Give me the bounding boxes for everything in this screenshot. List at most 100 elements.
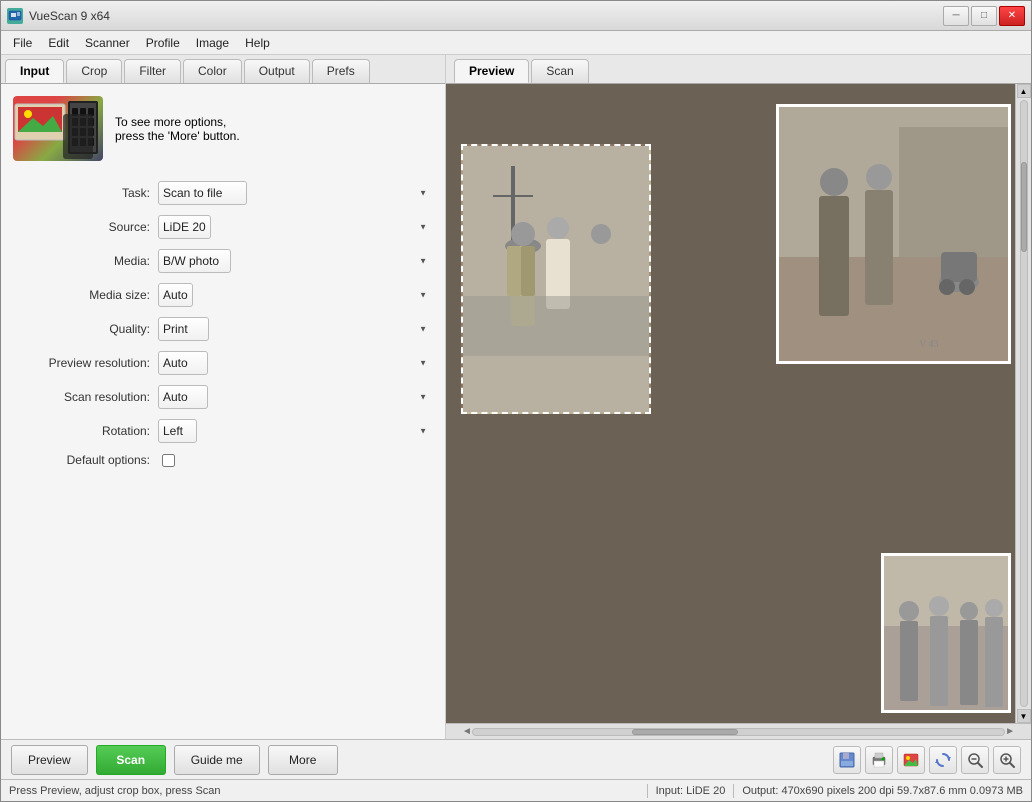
window-title: VueScan 9 x64: [29, 9, 110, 23]
quality-label: Quality:: [13, 322, 158, 336]
media-label: Media:: [13, 254, 158, 268]
app-icon: [7, 8, 23, 24]
preview-area[interactable]: V 43: [446, 84, 1031, 723]
right-panel: Preview Scan: [446, 55, 1031, 739]
input-panel: To see more options, press the 'More' bu…: [1, 84, 445, 739]
quality-row: Quality: Print Screen Archive: [13, 317, 433, 341]
scan-res-select[interactable]: Auto 200 dpi 300 dpi 600 dpi: [158, 385, 208, 409]
scrollbar-track-v[interactable]: [1020, 100, 1028, 707]
hint-text: To see more options, press the 'More' bu…: [115, 115, 240, 143]
media-row: Media: B/W photo Color photo Slide Negat…: [13, 249, 433, 273]
source-select[interactable]: LiDE 20: [158, 215, 211, 239]
media-select-wrapper: B/W photo Color photo Slide Negative: [158, 249, 433, 273]
tab-crop[interactable]: Crop: [66, 59, 122, 83]
menu-scanner[interactable]: Scanner: [77, 34, 138, 52]
main-window: VueScan 9 x64 ─ □ ✕ File Edit Scanner Pr…: [0, 0, 1032, 802]
status-bar: Press Preview, adjust crop box, press Sc…: [1, 779, 1031, 801]
rotation-select-wrapper: None Left Right 180: [158, 419, 433, 443]
scroll-right-arrow[interactable]: ►: [1005, 726, 1015, 737]
status-left: Press Preview, adjust crop box, press Sc…: [9, 785, 639, 797]
status-separator-2: [733, 784, 734, 798]
hint-icon: [13, 96, 103, 161]
quality-select[interactable]: Print Screen Archive: [158, 317, 209, 341]
main-content: Input Crop Filter Color Output Prefs: [1, 55, 1031, 739]
guide-me-button[interactable]: Guide me: [174, 745, 260, 775]
svg-text:V 43: V 43: [919, 339, 939, 350]
tab-scan[interactable]: Scan: [531, 59, 588, 83]
photo-3-content: [884, 556, 1008, 710]
status-input: Input: LiDE 20: [656, 785, 726, 797]
task-select[interactable]: Scan to file Scan to printer Copy: [158, 181, 247, 205]
print-icon[interactable]: [865, 746, 893, 774]
task-label: Task:: [13, 186, 158, 200]
task-row: Task: Scan to file Scan to printer Copy: [13, 181, 433, 205]
maximize-button[interactable]: □: [971, 6, 997, 26]
scroll-left-arrow[interactable]: ◄: [462, 726, 472, 737]
status-separator: [647, 784, 648, 798]
menu-profile[interactable]: Profile: [138, 34, 188, 52]
more-button[interactable]: More: [268, 745, 338, 775]
vertical-scrollbar[interactable]: ▲ ▼: [1015, 84, 1031, 723]
media-size-select[interactable]: Auto: [158, 283, 193, 307]
media-size-label: Media size:: [13, 288, 158, 302]
preview-res-row: Preview resolution: Auto 75 dpi 150 dpi: [13, 351, 433, 375]
photo-selected: [461, 144, 651, 414]
scroll-up-arrow[interactable]: ▲: [1017, 84, 1031, 98]
menu-image[interactable]: Image: [188, 34, 237, 52]
preview-tabs: Preview Scan: [446, 55, 1031, 84]
tab-color[interactable]: Color: [183, 59, 242, 83]
zoom-out-icon[interactable]: [961, 746, 989, 774]
media-size-select-wrapper: Auto: [158, 283, 433, 307]
tab-input[interactable]: Input: [5, 59, 64, 83]
preview-res-label: Preview resolution:: [13, 356, 158, 370]
scroll-down-arrow[interactable]: ▼: [1017, 709, 1031, 723]
preview-res-select[interactable]: Auto 75 dpi 150 dpi: [158, 351, 208, 375]
zoom-in-icon[interactable]: [993, 746, 1021, 774]
rotation-select[interactable]: None Left Right 180: [158, 419, 197, 443]
default-options-label: Default options:: [13, 453, 158, 467]
scrollbar-thumb-v[interactable]: [1021, 162, 1027, 253]
preview-button[interactable]: Preview: [11, 745, 88, 775]
window-controls: ─ □ ✕: [943, 6, 1025, 26]
scrollbar-track-h[interactable]: [472, 728, 1005, 736]
tab-prefs[interactable]: Prefs: [312, 59, 370, 83]
quality-select-wrapper: Print Screen Archive: [158, 317, 433, 341]
left-tabs: Input Crop Filter Color Output Prefs: [1, 55, 445, 84]
source-row: Source: LiDE 20: [13, 215, 433, 239]
photo-3: [881, 553, 1011, 713]
default-options-row: Default options:: [13, 453, 433, 467]
bottom-bar: Preview Scan Guide me More: [1, 739, 1031, 779]
left-panel: Input Crop Filter Color Output Prefs: [1, 55, 446, 739]
photo-2: V 43: [776, 104, 1011, 364]
tab-output[interactable]: Output: [244, 59, 310, 83]
menu-help[interactable]: Help: [237, 34, 278, 52]
close-button[interactable]: ✕: [999, 6, 1025, 26]
preview-res-select-wrapper: Auto 75 dpi 150 dpi: [158, 351, 433, 375]
status-output: Output: 470x690 pixels 200 dpi 59.7x87.6…: [742, 785, 1023, 797]
scan-button[interactable]: Scan: [96, 745, 166, 775]
menu-edit[interactable]: Edit: [40, 34, 77, 52]
refresh-icon[interactable]: [929, 746, 957, 774]
image-icon[interactable]: [897, 746, 925, 774]
photo-1-content: [463, 146, 649, 412]
scrollbar-thumb-h[interactable]: [632, 729, 738, 735]
scan-res-row: Scan resolution: Auto 200 dpi 300 dpi 60…: [13, 385, 433, 409]
scan-res-select-wrapper: Auto 200 dpi 300 dpi 600 dpi: [158, 385, 433, 409]
horizontal-scrollbar[interactable]: ◄ ►: [446, 723, 1031, 739]
scan-res-label: Scan resolution:: [13, 390, 158, 404]
rotation-label: Rotation:: [13, 424, 158, 438]
photo-2-content: V 43: [779, 107, 1008, 361]
toolbar-icons: [833, 746, 1021, 774]
media-select[interactable]: B/W photo Color photo Slide Negative: [158, 249, 231, 273]
tab-filter[interactable]: Filter: [124, 59, 181, 83]
source-select-wrapper: LiDE 20: [158, 215, 433, 239]
hint-box: To see more options, press the 'More' bu…: [13, 96, 433, 161]
task-select-wrapper: Scan to file Scan to printer Copy: [158, 181, 433, 205]
save-icon[interactable]: [833, 746, 861, 774]
minimize-button[interactable]: ─: [943, 6, 969, 26]
titlebar-left: VueScan 9 x64: [7, 8, 110, 24]
menu-file[interactable]: File: [5, 34, 40, 52]
tab-preview[interactable]: Preview: [454, 59, 529, 83]
default-options-checkbox[interactable]: [162, 454, 175, 467]
titlebar: VueScan 9 x64 ─ □ ✕: [1, 1, 1031, 31]
